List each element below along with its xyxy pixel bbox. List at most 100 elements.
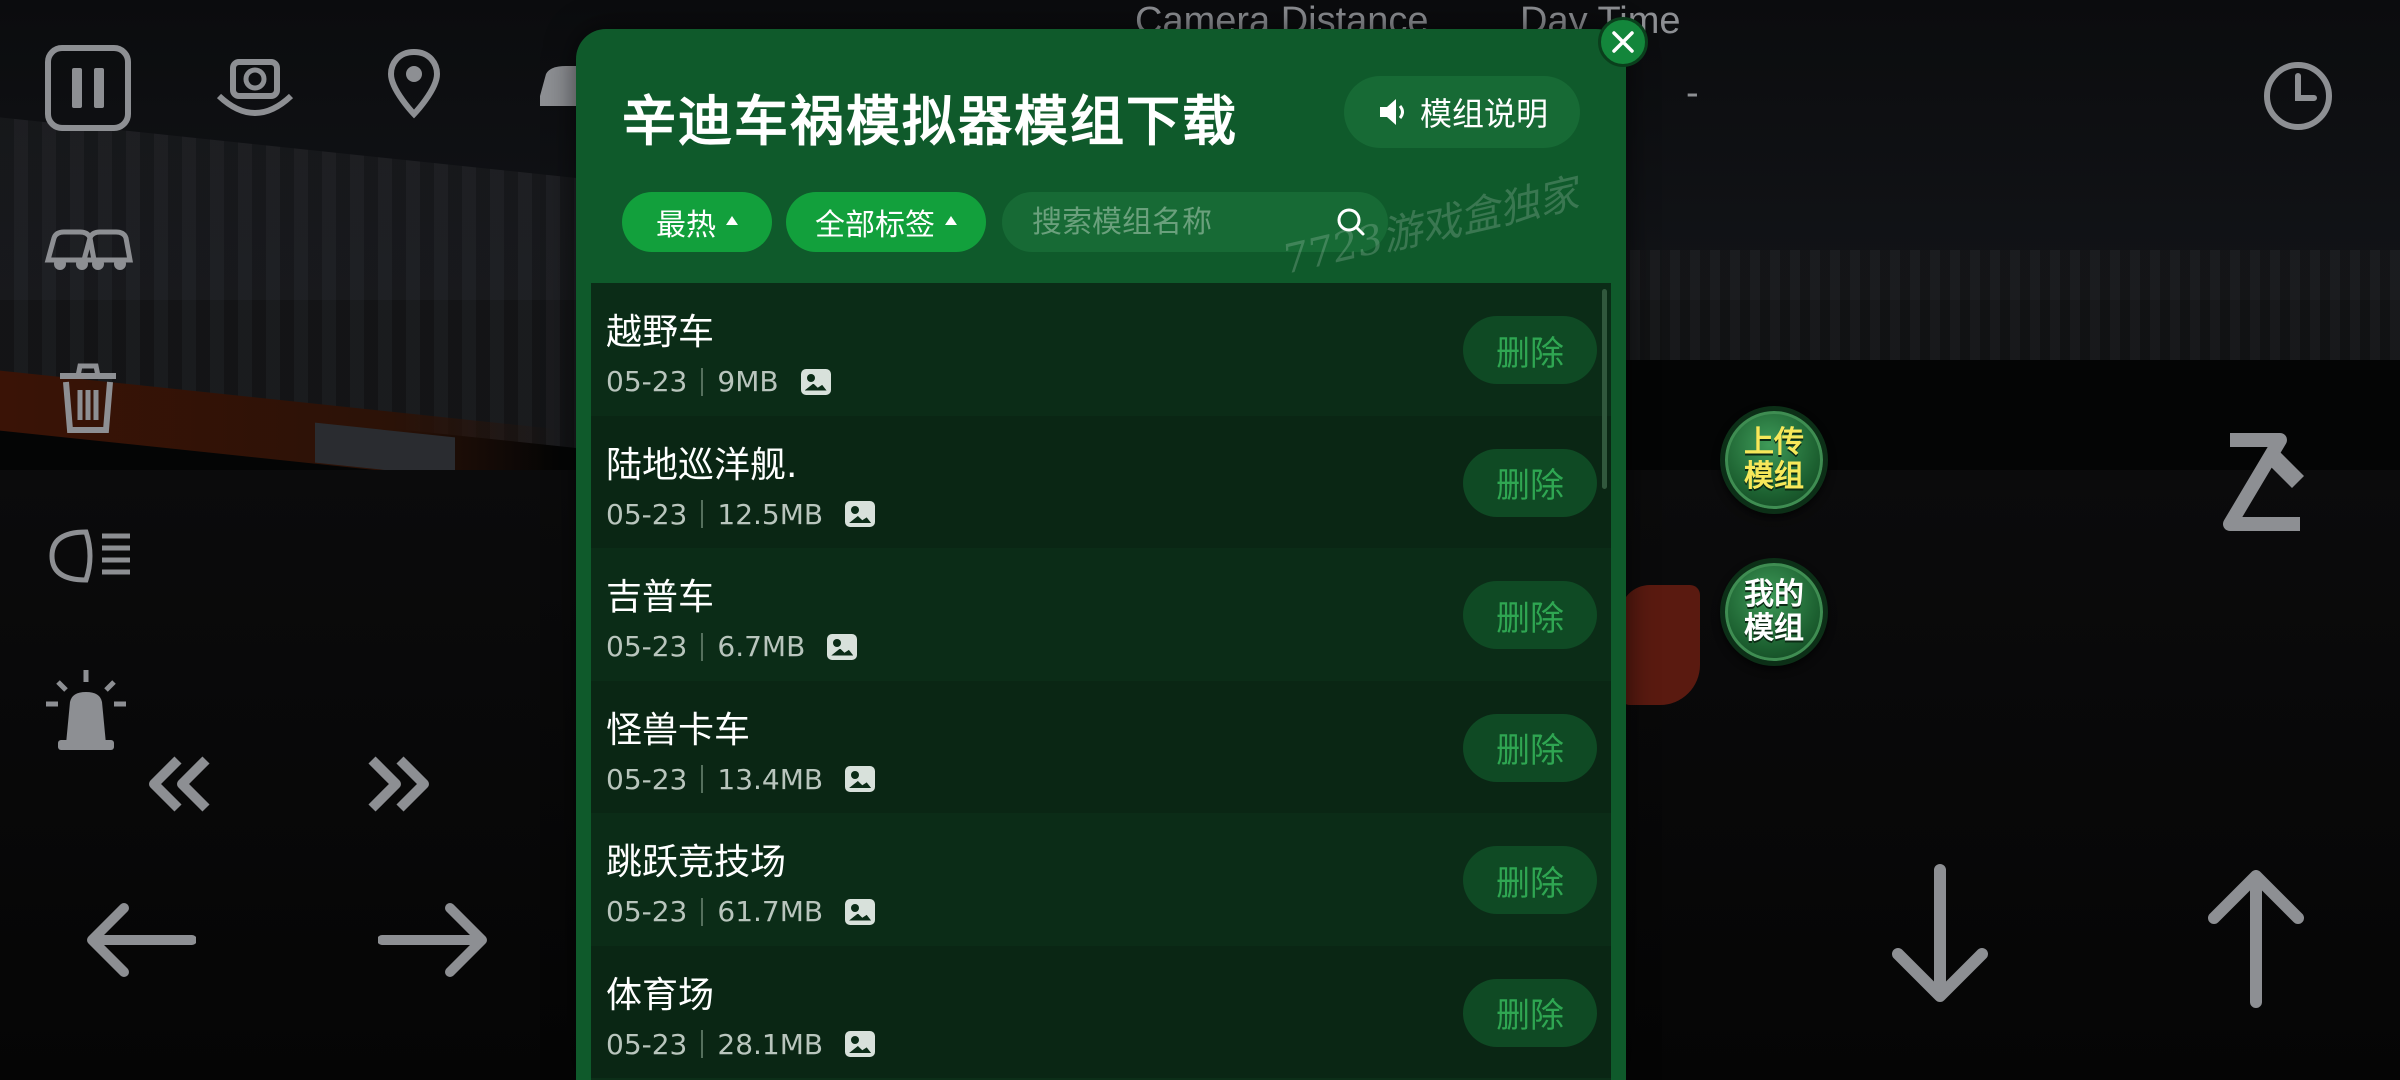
sleep-z-icon: [2223, 433, 2304, 531]
camera-rotate-icon: [216, 59, 294, 116]
steer-right-button[interactable]: [378, 900, 490, 980]
divider: [701, 897, 704, 926]
time-button[interactable]: [2262, 60, 2334, 132]
close-button[interactable]: [1598, 17, 1648, 67]
mod-meta: 05-23 9MB: [606, 365, 831, 398]
steer-left-button[interactable]: [84, 900, 196, 980]
pause-button[interactable]: [44, 44, 132, 132]
arrow-left-icon: [87, 903, 196, 977]
speaker-icon: [1379, 99, 1404, 125]
image-icon[interactable]: [827, 633, 858, 660]
upload-mod-label-2: 模组: [1744, 459, 1804, 494]
traffic-cars-icon: [44, 229, 133, 270]
headlight-icon: [49, 529, 130, 583]
traffic-button[interactable]: [44, 216, 134, 276]
tag-filter-label: 全部标签: [815, 208, 935, 243]
delete-vehicles-button[interactable]: [54, 360, 122, 436]
search-input[interactable]: [1032, 204, 1312, 240]
mod-date: 05-23: [606, 497, 688, 531]
delete-button[interactable]: 删除: [1463, 978, 1597, 1047]
delete-button[interactable]: 删除: [1463, 448, 1597, 517]
mod-date: 05-23: [606, 895, 688, 928]
image-icon[interactable]: [800, 368, 831, 395]
mod-date: 05-23: [606, 762, 688, 796]
my-mods-label-2: 模组: [1744, 611, 1804, 646]
camera-button[interactable]: [213, 50, 297, 126]
mod-size: 6.7MB: [717, 630, 806, 663]
image-icon[interactable]: [845, 1031, 876, 1057]
mod-name: 陆地巡洋舰.: [606, 444, 798, 486]
list-item: 怪兽卡车 05-23 13.4MB 删除: [591, 680, 1611, 813]
list-item: 跳跃竞技场 05-23 61.7MB 删除: [591, 813, 1611, 946]
mod-size: 13.4MB: [717, 762, 824, 796]
pause-icon: [45, 45, 131, 131]
mod-date: 05-23: [606, 1027, 688, 1061]
delete-button[interactable]: 删除: [1463, 581, 1597, 649]
car-button[interactable]: [536, 56, 580, 114]
upload-mod-label-1: 上传: [1744, 425, 1804, 460]
headlights-button[interactable]: [46, 526, 134, 586]
my-mods-button[interactable]: 我的 模组: [1720, 558, 1828, 666]
image-icon[interactable]: [845, 898, 876, 925]
list-item: 陆地巡洋舰. 05-23 12.5MB 删除: [591, 415, 1611, 548]
mod-meta: 05-23 28.1MB: [606, 1027, 876, 1061]
list-item: 吉普车 05-23 6.7MB 删除: [591, 548, 1611, 681]
watermark: 7723游戏盒独家: [1278, 170, 1583, 284]
siren-button[interactable]: [44, 666, 128, 752]
sort-filter-label: 最热: [656, 208, 716, 243]
day-time-value: -: [1686, 72, 1699, 114]
sort-filter-button[interactable]: 最热: [622, 192, 772, 252]
mod-meta: 05-23 13.4MB: [606, 762, 876, 796]
clock-icon: [2264, 62, 2332, 130]
delete-button[interactable]: 删除: [1463, 846, 1597, 914]
double-chevron-left-icon: [149, 756, 210, 812]
mod-download-dialog: 辛迪车祸模拟器模组下载 模组说明 最热 全部标签 越野车 05-23 9MB: [576, 17, 1648, 1080]
mod-help-button[interactable]: 模组说明: [1344, 76, 1580, 148]
upload-mod-button[interactable]: 上传 模组: [1720, 406, 1828, 514]
scrollbar[interactable]: [1602, 289, 1607, 489]
siren-icon: [46, 670, 126, 750]
mod-date: 05-23: [606, 365, 688, 398]
tag-filter-button[interactable]: 全部标签: [786, 192, 986, 252]
scene-stands-right: [1620, 250, 2400, 360]
my-mods-label-1: 我的: [1744, 577, 1804, 612]
slow-down-button[interactable]: [146, 754, 212, 814]
divider: [701, 1030, 704, 1058]
mod-name: 吉普车: [606, 577, 715, 618]
mod-size: 12.5MB: [717, 497, 824, 531]
caret-up-icon: [726, 215, 738, 225]
sleep-button[interactable]: [2220, 430, 2310, 534]
arrow-down-icon: [1892, 864, 1988, 1002]
mod-name: 体育场: [606, 974, 715, 1016]
caret-up-icon: [945, 215, 957, 225]
speed-up-button[interactable]: [366, 754, 432, 814]
mod-name: 越野车: [606, 312, 715, 353]
scene-car: [1620, 585, 1700, 705]
location-button[interactable]: [385, 48, 443, 122]
mod-meta: 05-23 12.5MB: [606, 497, 876, 531]
divider: [701, 765, 704, 793]
divider: [701, 500, 704, 528]
brake-button[interactable]: [1890, 864, 1990, 1004]
mod-name: 跳跃竞技场: [606, 842, 787, 883]
dialog-title: 辛迪车祸模拟器模组下载: [622, 90, 1238, 153]
mod-size: 9MB: [717, 365, 779, 398]
divider: [701, 632, 704, 661]
arrow-up-icon: [2208, 870, 2304, 1008]
mod-meta: 05-23 61.7MB: [606, 895, 876, 928]
list-item: 体育场 05-23 28.1MB 删除: [591, 945, 1611, 1078]
mod-list: 越野车 05-23 9MB 删除 陆地巡洋舰. 05-23 12.5MB 删除 …: [591, 283, 1611, 1080]
image-icon[interactable]: [845, 501, 876, 527]
trash-icon: [60, 363, 116, 433]
close-icon: [1612, 31, 1634, 53]
accelerate-button[interactable]: [2206, 868, 2306, 1008]
list-item: 越野车 05-23 9MB 删除: [591, 283, 1611, 416]
delete-button[interactable]: 删除: [1463, 316, 1597, 384]
divider: [701, 367, 704, 396]
mod-meta: 05-23 6.7MB: [606, 630, 858, 663]
map-pin-icon: [387, 48, 441, 119]
delete-button[interactable]: 删除: [1463, 713, 1597, 782]
image-icon[interactable]: [845, 766, 876, 792]
mod-size: 61.7MB: [717, 895, 824, 928]
mod-date: 05-23: [606, 630, 688, 663]
